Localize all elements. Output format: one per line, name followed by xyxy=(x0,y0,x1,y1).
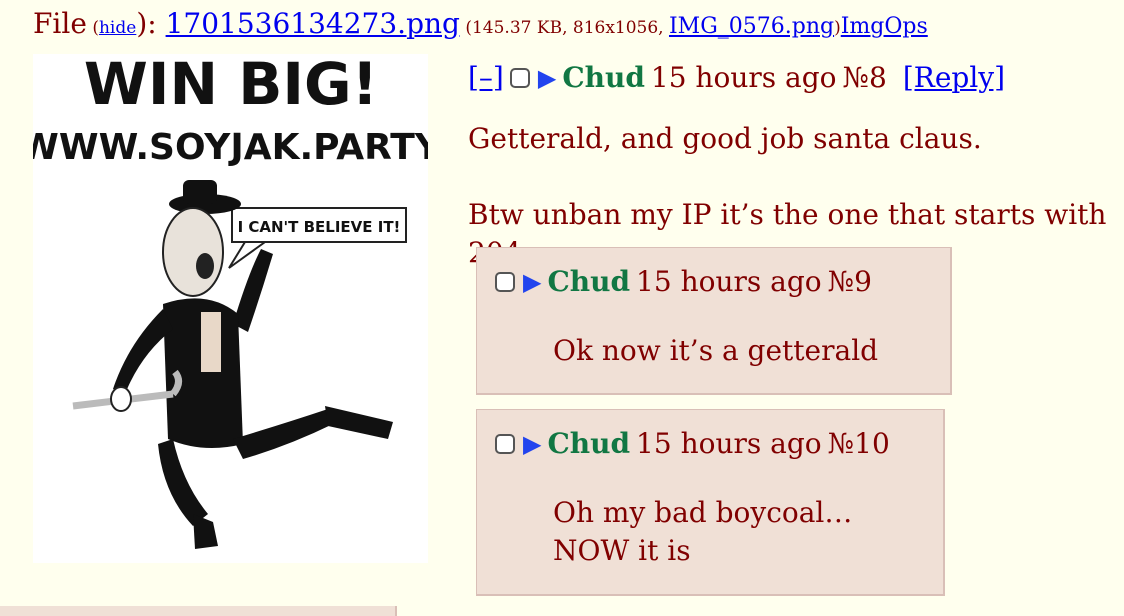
post-select-checkbox[interactable] xyxy=(495,434,515,454)
speech-bubble: I CAN'T BELIEVE IT! xyxy=(228,207,407,269)
post-time: 15 hours ago xyxy=(636,427,822,460)
post-number[interactable]: №10 xyxy=(828,424,890,464)
next-post-edge xyxy=(0,606,397,616)
reply-post-body-line-2: NOW it is xyxy=(553,534,691,567)
hide-post-link[interactable]: [–] xyxy=(468,58,504,98)
reply-post-header: ▶ Chud 15 hours ago №9 xyxy=(495,262,872,302)
reply-post-body-line-1: Oh my bad boycoal… xyxy=(553,496,853,529)
poster-name: Chud xyxy=(562,61,645,94)
post-number[interactable]: №8 xyxy=(843,58,887,98)
op-post: [–] ▶ Chud 15 hours ago №8 [Reply] Gette… xyxy=(468,58,1124,272)
poster-name: Chud xyxy=(547,427,631,460)
post-time: 15 hours ago xyxy=(636,265,822,298)
post-menu-triangle-icon[interactable]: ▶ xyxy=(523,262,541,302)
file-label: File xyxy=(33,7,87,40)
file-meta: (145.37 KB, 816x1056, xyxy=(459,18,669,38)
post-select-checkbox[interactable] xyxy=(509,68,530,88)
imgops-link[interactable]: ImgOps xyxy=(841,14,928,39)
reply-post: ▶ Chud 15 hours ago №9 Ok now it’s a get… xyxy=(476,247,952,395)
post-menu-triangle-icon[interactable]: ▶ xyxy=(523,424,541,464)
file-name-link[interactable]: 1701536134273.png xyxy=(166,7,460,40)
file-info: File (hide): 1701536134273.png (145.37 K… xyxy=(33,7,928,40)
post-number[interactable]: №9 xyxy=(828,262,872,302)
speech-text: I CAN'T BELIEVE IT! xyxy=(238,218,401,236)
reply-post: ▶ Chud 15 hours ago №10 Oh my bad boycoa… xyxy=(476,409,945,596)
reply-post-header: ▶ Chud 15 hours ago №10 xyxy=(495,424,890,464)
post-image-thumbnail[interactable]: WIN BIG! WWW.SOYJAK.PARTY I CAN'T BELIEV… xyxy=(33,54,428,563)
image-headline: WIN BIG! xyxy=(84,54,378,118)
poster-name: Chud xyxy=(547,265,631,298)
hide-image-link[interactable]: hide xyxy=(99,18,136,38)
op-post-header: [–] ▶ Chud 15 hours ago №8 [Reply] xyxy=(468,58,1124,98)
image-url: WWW.SOYJAK.PARTY xyxy=(33,127,428,168)
post-time: 15 hours ago xyxy=(650,61,837,94)
original-filename-link[interactable]: IMG_0576.png xyxy=(669,14,834,39)
op-post-body-line-1: Getterald, and good job santa claus. xyxy=(468,122,982,155)
reply-link[interactable]: [Reply] xyxy=(903,58,1005,98)
reply-post-body: Ok now it’s a getterald xyxy=(553,334,879,367)
post-menu-triangle-icon[interactable]: ▶ xyxy=(538,58,556,98)
post-select-checkbox[interactable] xyxy=(495,272,515,292)
